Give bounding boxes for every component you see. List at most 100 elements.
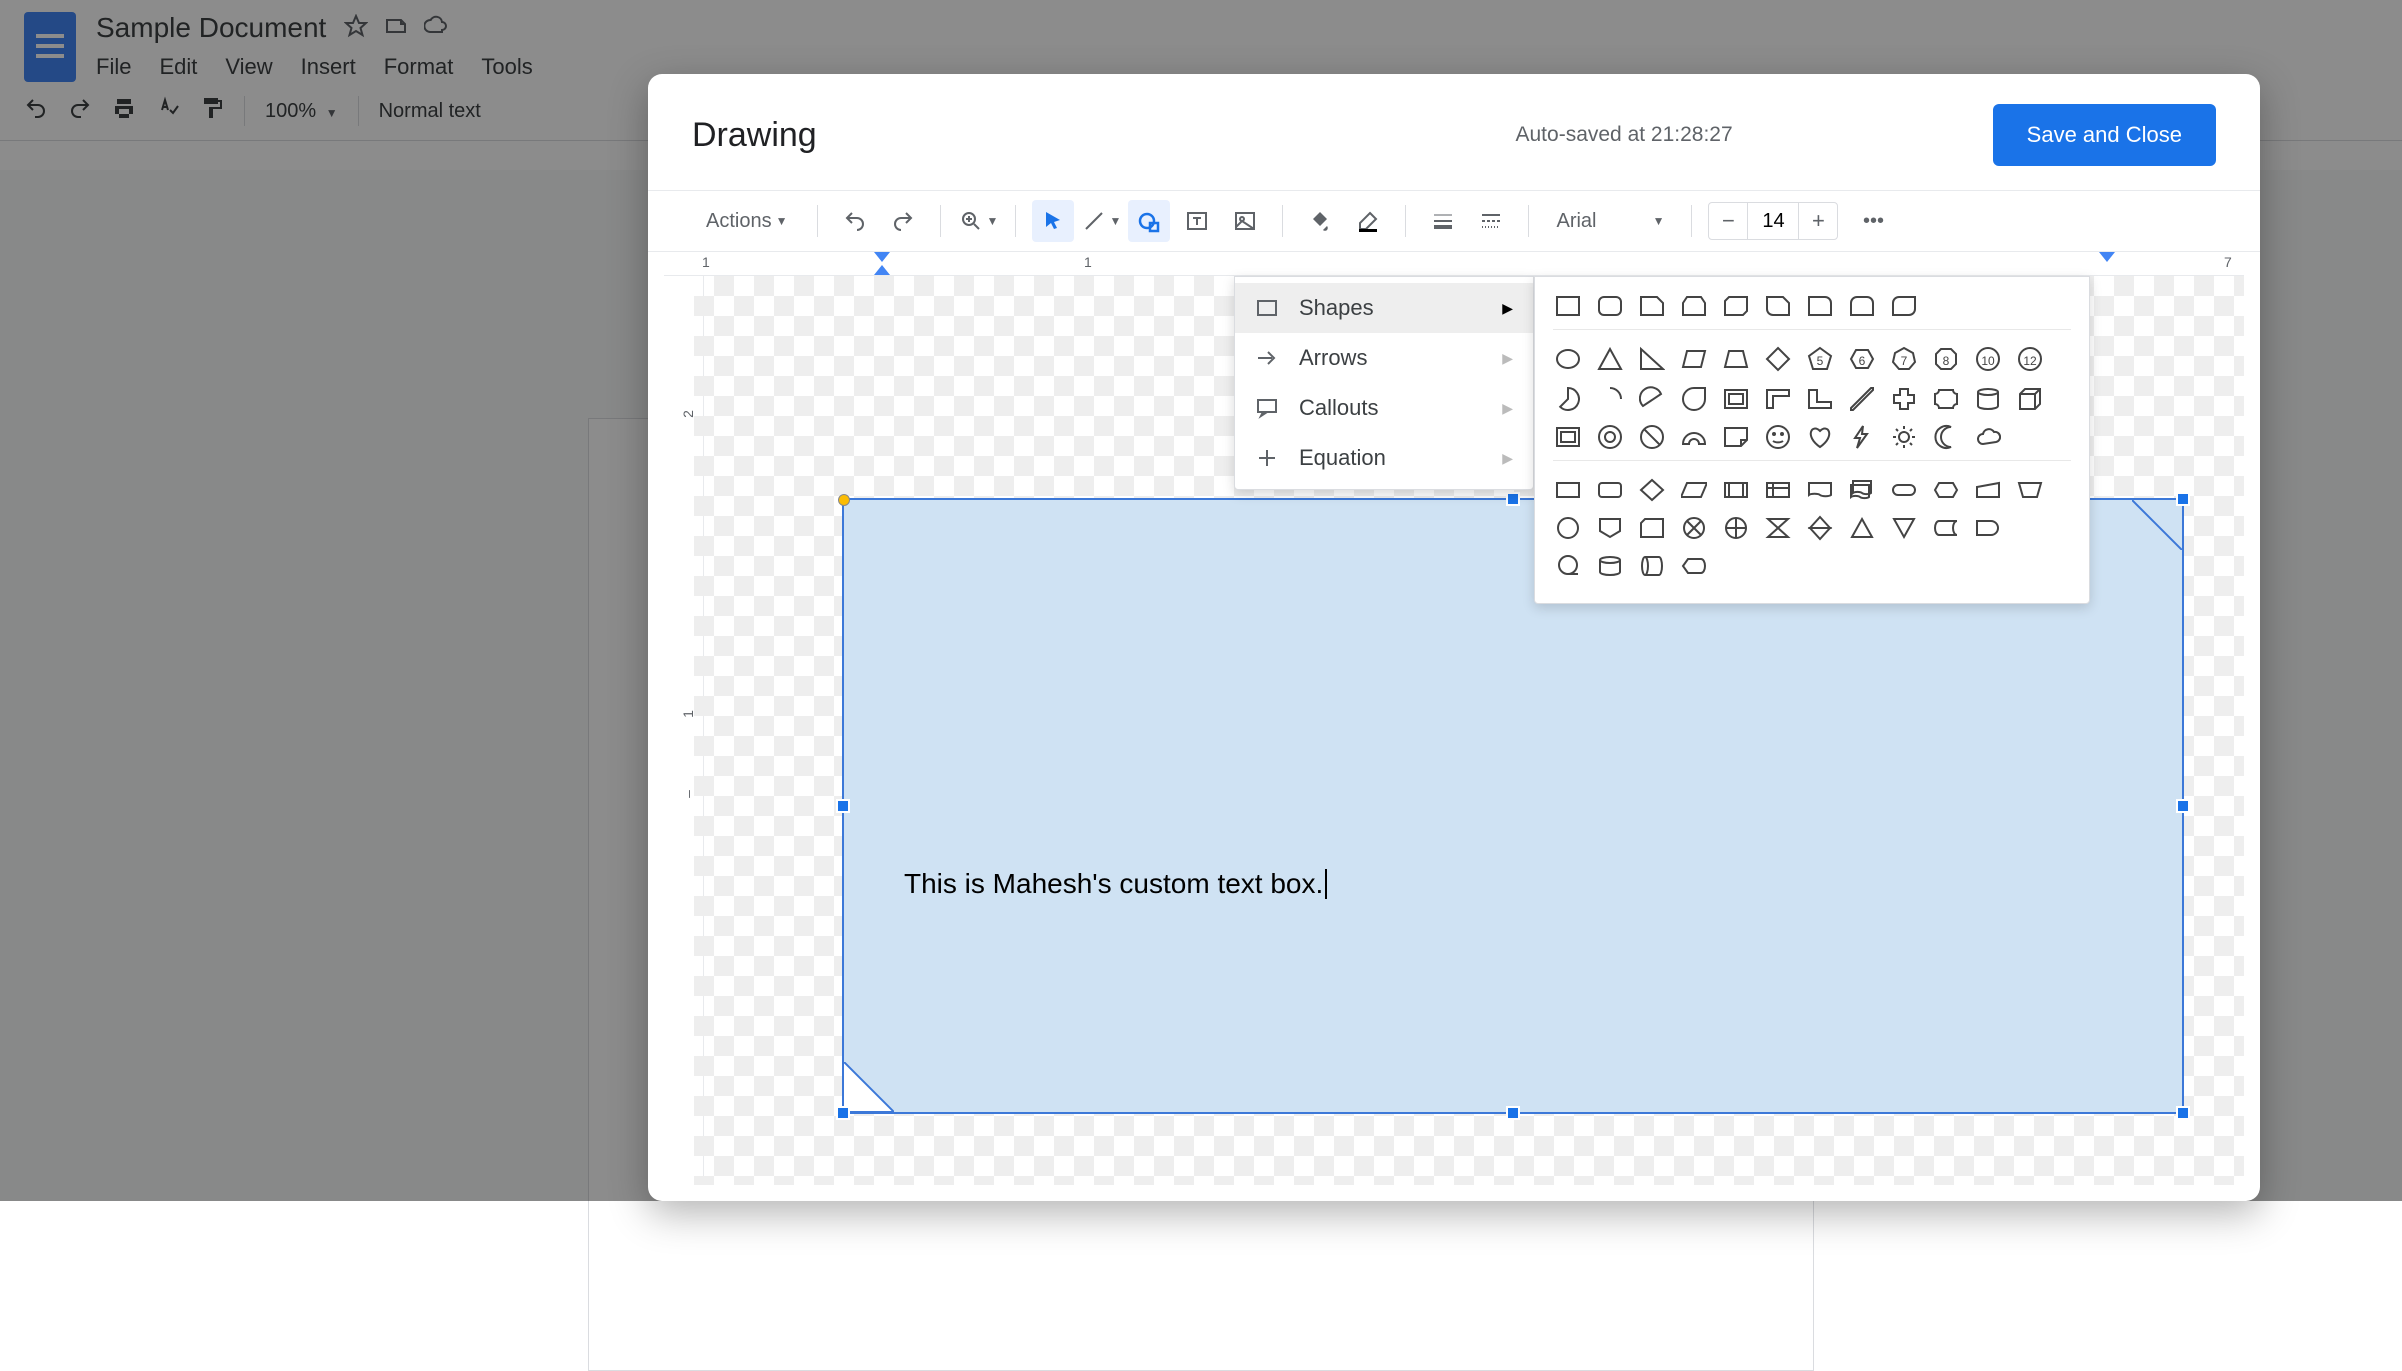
shape-diag-stripe[interactable]: [1847, 384, 1877, 414]
shape-flowchart-multidoc[interactable]: [1847, 475, 1877, 505]
shape-frame[interactable]: [1721, 384, 1751, 414]
shape-flowchart-data[interactable]: [1679, 475, 1709, 505]
textbox-tool[interactable]: [1176, 200, 1218, 242]
line-tool[interactable]: ▼: [1080, 200, 1122, 242]
shape-round-diag[interactable]: [1889, 291, 1919, 321]
fill-color-button[interactable]: [1299, 200, 1341, 242]
shape-pentagon[interactable]: [1805, 344, 1835, 374]
shape-heart[interactable]: [1805, 422, 1835, 452]
resize-handle-sw[interactable]: [836, 1106, 850, 1120]
shape-hexagon[interactable]: [1847, 344, 1877, 374]
shape-flowchart-merge[interactable]: [1889, 513, 1919, 543]
select-tool[interactable]: [1032, 200, 1074, 242]
shape-flowchart-terminator[interactable]: [1889, 475, 1919, 505]
shape-flowchart-process[interactable]: [1553, 475, 1583, 505]
shape-parallelogram[interactable]: [1679, 344, 1709, 374]
shape-arc[interactable]: [1595, 384, 1625, 414]
shape-round-single[interactable]: [1805, 291, 1835, 321]
redo-button[interactable]: [882, 200, 924, 242]
shape-menu-arrows[interactable]: Arrows▶: [1235, 333, 1533, 383]
shape-flowchart-connector[interactable]: [1553, 513, 1583, 543]
shape-snip-single[interactable]: [1637, 291, 1667, 321]
shape-folded-corner[interactable]: [1721, 422, 1751, 452]
more-options-button[interactable]: •••: [1852, 200, 1894, 242]
shape-tool[interactable]: [1128, 200, 1170, 242]
shape-cloud[interactable]: [1973, 422, 2003, 452]
shape-heptagon[interactable]: [1889, 344, 1919, 374]
actions-dropdown[interactable]: Actions▼: [692, 200, 801, 242]
zoom-button[interactable]: ▼: [957, 200, 999, 242]
shape-smiley[interactable]: [1763, 422, 1793, 452]
shape-flowchart-offpage[interactable]: [1595, 513, 1625, 543]
shape-flowchart-summing[interactable]: [1679, 513, 1709, 543]
shape-snip-round[interactable]: [1763, 291, 1793, 321]
border-dash-button[interactable]: [1470, 200, 1512, 242]
shape-menu-callouts[interactable]: Callouts▶: [1235, 383, 1533, 433]
resize-handle-s[interactable]: [1506, 1106, 1520, 1120]
shape-lshape[interactable]: [1805, 384, 1835, 414]
shape-sun[interactable]: [1889, 422, 1919, 452]
shape-cube[interactable]: [2015, 384, 2045, 414]
shape-dodecagon[interactable]: [2015, 344, 2045, 374]
shape-snip-same[interactable]: [1679, 291, 1709, 321]
shape-flowchart-seq-access[interactable]: [1553, 551, 1583, 581]
save-and-close-button[interactable]: Save and Close: [1993, 104, 2216, 166]
shape-flowchart-stored[interactable]: [1931, 513, 1961, 543]
shape-donut[interactable]: [1595, 422, 1625, 452]
border-color-button[interactable]: [1347, 200, 1389, 242]
shape-octagon[interactable]: [1931, 344, 1961, 374]
shape-decagon[interactable]: [1973, 344, 2003, 374]
shape-bevel[interactable]: [1553, 422, 1583, 452]
shape-menu-equation[interactable]: Equation▶: [1235, 433, 1533, 483]
shape-flowchart-manual-input[interactable]: [1973, 475, 2003, 505]
shape-flowchart-card[interactable]: [1637, 513, 1667, 543]
shape-moon[interactable]: [1931, 422, 1961, 452]
shape-flowchart-alt[interactable]: [1595, 475, 1625, 505]
shape-flowchart-decision[interactable]: [1637, 475, 1667, 505]
shape-cross[interactable]: [1889, 384, 1919, 414]
shape-flowchart-internal[interactable]: [1763, 475, 1793, 505]
undo-button[interactable]: [834, 200, 876, 242]
font-size-decrease[interactable]: −: [1709, 208, 1747, 234]
shape-right-triangle[interactable]: [1637, 344, 1667, 374]
shape-can[interactable]: [1973, 384, 2003, 414]
font-size-value[interactable]: 14: [1747, 203, 1799, 239]
shape-diamond[interactable]: [1763, 344, 1793, 374]
shape-rectangle[interactable]: [1553, 291, 1583, 321]
shape-no-symbol[interactable]: [1637, 422, 1667, 452]
shape-plaque[interactable]: [1931, 384, 1961, 414]
rotation-handle[interactable]: [838, 494, 850, 506]
font-select[interactable]: Arial▼: [1545, 200, 1675, 242]
shape-flowchart-preparation[interactable]: [1931, 475, 1961, 505]
shape-pie[interactable]: [1553, 384, 1583, 414]
resize-handle-n[interactable]: [1506, 492, 1520, 506]
shape-teardrop[interactable]: [1679, 384, 1709, 414]
shape-flowchart-magnetic-disk[interactable]: [1595, 551, 1625, 581]
shape-triangle[interactable]: [1595, 344, 1625, 374]
shape-block-arc[interactable]: [1679, 422, 1709, 452]
shape-flowchart-extract[interactable]: [1847, 513, 1877, 543]
shape-snip-diag[interactable]: [1721, 291, 1751, 321]
shape-lightning[interactable]: [1847, 422, 1877, 452]
shape-flowchart-document[interactable]: [1805, 475, 1835, 505]
shape-chord[interactable]: [1637, 384, 1667, 414]
shape-menu-shapes[interactable]: Shapes▶: [1235, 283, 1533, 333]
horizontal-ruler[interactable]: 1 1 7: [664, 252, 2244, 276]
shape-round-same[interactable]: [1847, 291, 1877, 321]
shape-half-frame[interactable]: [1763, 384, 1793, 414]
resize-handle-se[interactable]: [2176, 1106, 2190, 1120]
shape-flowchart-or[interactable]: [1721, 513, 1751, 543]
resize-handle-e[interactable]: [2176, 799, 2190, 813]
image-tool[interactable]: [1224, 200, 1266, 242]
shape-oval[interactable]: [1553, 344, 1583, 374]
shape-flowchart-collate[interactable]: [1763, 513, 1793, 543]
textbox-content[interactable]: This is Mahesh's custom text box.: [904, 868, 1327, 900]
shape-rounded-rect[interactable]: [1595, 291, 1625, 321]
shape-trapezoid[interactable]: [1721, 344, 1751, 374]
shape-flowchart-display[interactable]: [1679, 551, 1709, 581]
shape-flowchart-sort[interactable]: [1805, 513, 1835, 543]
font-size-increase[interactable]: +: [1799, 208, 1837, 234]
shape-flowchart-direct-access[interactable]: [1637, 551, 1667, 581]
resize-handle-ne[interactable]: [2176, 492, 2190, 506]
shape-flowchart-delay[interactable]: [1973, 513, 2003, 543]
